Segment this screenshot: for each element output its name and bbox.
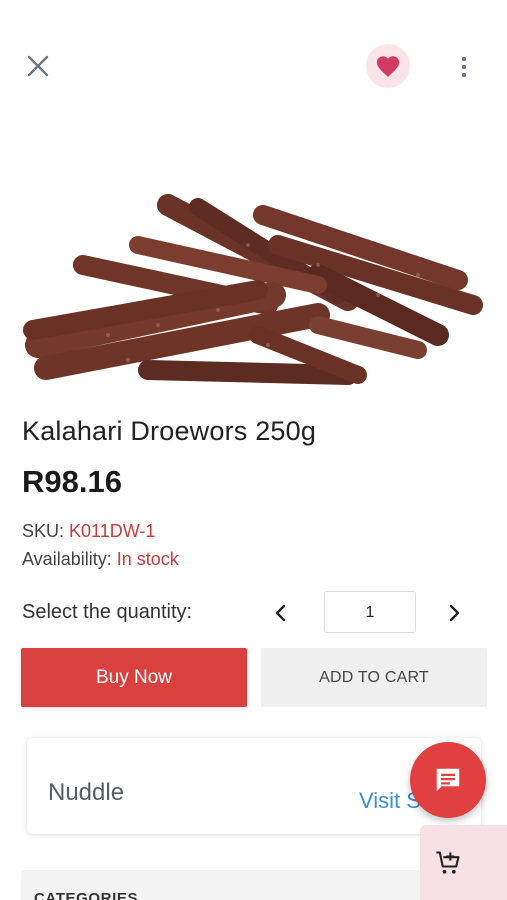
- chat-button[interactable]: [410, 742, 486, 818]
- availability-label: Availability:: [22, 549, 112, 569]
- add-to-cart-button[interactable]: ADD TO CART: [261, 648, 487, 707]
- availability-value: In stock: [116, 549, 179, 569]
- quantity-input[interactable]: 1: [324, 591, 416, 633]
- quantity-label: Select the quantity:: [22, 601, 193, 623]
- heart-icon: [376, 56, 400, 77]
- chat-message-icon: [436, 768, 460, 792]
- more-options-button[interactable]: [452, 54, 476, 80]
- sku-label: SKU:: [22, 521, 65, 541]
- product-price: R98.16: [22, 464, 122, 499]
- vendor-name: Nuddle: [48, 779, 125, 806]
- product-image: [23, 194, 483, 385]
- availability-row: Availability: In stock: [22, 549, 179, 570]
- floating-cart-button[interactable]: [420, 825, 507, 900]
- more-vertical-icon: [461, 56, 467, 78]
- sku-row: SKU: K011DW-1: [22, 521, 155, 542]
- close-icon: [27, 55, 49, 77]
- product-title: Kalahari Droewors 250g: [22, 416, 317, 446]
- quantity-decrease-button[interactable]: [268, 600, 294, 626]
- categories-title: CATEGORIES: [34, 890, 139, 900]
- chevron-right-icon: [449, 604, 460, 622]
- top-bar: [0, 0, 507, 120]
- chevron-left-icon: [275, 604, 286, 622]
- quantity-increase-button[interactable]: [441, 600, 467, 626]
- close-button[interactable]: [24, 52, 52, 80]
- add-cart-icon: [436, 851, 460, 874]
- favorite-button[interactable]: [366, 44, 410, 88]
- categories-section: CATEGORIES: [21, 870, 487, 900]
- sku-value: K011DW-1: [69, 521, 156, 541]
- buy-now-button[interactable]: Buy Now: [21, 648, 247, 707]
